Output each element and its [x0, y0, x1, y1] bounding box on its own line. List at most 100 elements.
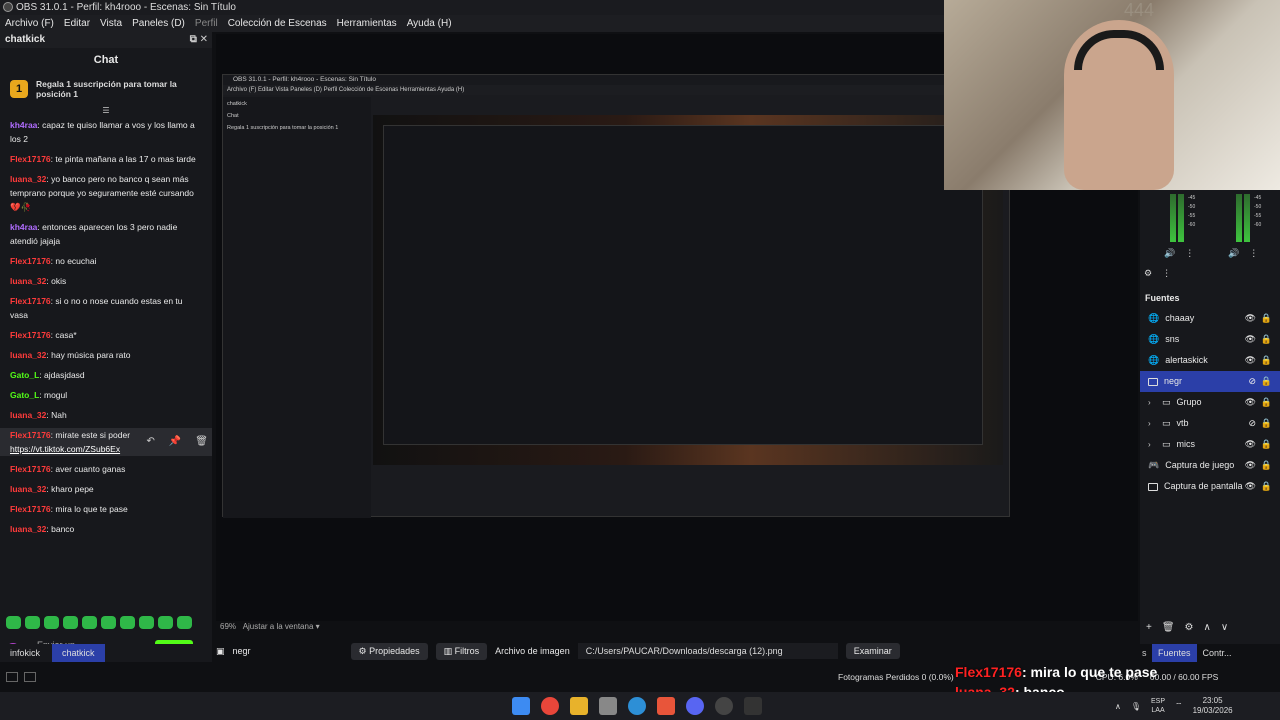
emote-icon[interactable]	[158, 616, 173, 629]
eye-off-icon[interactable]: ⊘	[1248, 371, 1256, 392]
eye-icon[interactable]: 👁	[1245, 476, 1256, 497]
emote-icon[interactable]	[177, 616, 192, 629]
chevron-up-icon[interactable]: ∧	[1115, 702, 1121, 711]
wifi-icon[interactable]: ⌔	[1175, 701, 1183, 711]
minimize-icon[interactable]	[6, 672, 18, 682]
source-group[interactable]: › ▭ mics 👁 🔒	[1140, 434, 1280, 455]
maximize-icon[interactable]	[24, 672, 36, 682]
source-item[interactable]: 🎮 Captura de juego 👁 🔒	[1140, 455, 1280, 476]
app-icon[interactable]	[744, 697, 762, 715]
source-group[interactable]: › ▭ Grupo 👁 🔒	[1140, 392, 1280, 413]
edge-icon[interactable]	[628, 697, 646, 715]
volume-icon[interactable]: 🔊	[1164, 248, 1175, 259]
browse-button[interactable]: Examinar	[845, 643, 900, 659]
obs-icon[interactable]	[715, 697, 733, 715]
chat-username[interactable]: luana_32	[10, 484, 46, 494]
chat-username[interactable]: luana_32	[10, 174, 46, 184]
source-item[interactable]: 🌐 sns 👁 🔒	[1140, 329, 1280, 350]
lock-icon[interactable]: 🔒	[1261, 308, 1272, 329]
eye-off-icon[interactable]: ⊘	[1248, 413, 1256, 434]
lock-icon[interactable]: 🔒	[1261, 350, 1272, 371]
chat-link[interactable]: https://vt.tiktok.com/ZSub6Ex	[10, 444, 120, 454]
menu-coleccion-escenas[interactable]: Colección de Escenas	[223, 18, 332, 29]
emote-icon[interactable]	[6, 616, 21, 629]
chat-username[interactable]: Gato_L	[10, 390, 39, 400]
eye-icon[interactable]: 👁	[1245, 308, 1256, 329]
gear-icon[interactable]: ⚙	[1185, 622, 1194, 633]
emote-icon[interactable]	[139, 616, 154, 629]
lock-icon[interactable]: 🔒	[1261, 413, 1272, 434]
brave-icon[interactable]	[657, 697, 675, 715]
trash-icon[interactable]: 🗑	[1162, 622, 1175, 633]
menu-perfil[interactable]: Perfil	[190, 18, 223, 29]
menu-paneles[interactable]: Paneles (D)	[127, 18, 190, 29]
tab-controls[interactable]: Contr...	[1197, 644, 1238, 662]
lock-icon[interactable]: 🔒	[1261, 329, 1272, 350]
mic-icon[interactable]: 🎙	[1131, 702, 1141, 711]
chat-username[interactable]: Flex17176	[10, 330, 51, 340]
menu-editar[interactable]: Editar	[59, 18, 95, 29]
lock-icon[interactable]: 🔒	[1261, 392, 1272, 413]
windows-start-icon[interactable]	[512, 697, 530, 715]
emote-icon[interactable]	[63, 616, 78, 629]
lock-icon[interactable]: 🔒	[1261, 371, 1272, 392]
lock-icon[interactable]: 🔒	[1261, 434, 1272, 455]
chat-username[interactable]: Flex17176	[10, 154, 51, 164]
chat-username[interactable]: kh4raa	[10, 222, 37, 232]
gift-banner[interactable]: 1 Regala 1 suscripción para tomar la pos…	[0, 72, 212, 106]
chat-username[interactable]: Flex17176	[10, 504, 51, 514]
source-group[interactable]: › ▭ vtb ⊘ 🔒	[1140, 413, 1280, 434]
collapse-handle-icon[interactable]: ☰	[0, 106, 212, 118]
add-icon[interactable]: +	[1146, 622, 1152, 633]
source-item[interactable]: 🌐 chaaay 👁 🔒	[1140, 308, 1280, 329]
menu-archivo[interactable]: Archivo (F)	[0, 18, 59, 29]
gear-icon[interactable]: ⚙	[1144, 268, 1152, 279]
chat-message-hovered[interactable]: Flex17176: mirate este si poder https://…	[0, 428, 212, 456]
more-icon[interactable]: ⋮	[1185, 248, 1194, 259]
zoom-fit[interactable]: Ajustar a la ventana	[243, 622, 314, 631]
store-icon[interactable]	[599, 697, 617, 715]
folder-icon[interactable]	[570, 697, 588, 715]
emote-icon[interactable]	[120, 616, 135, 629]
chat-username[interactable]: luana_32	[10, 350, 46, 360]
chat-username[interactable]: kh4raa	[10, 120, 37, 130]
menu-vista[interactable]: Vista	[95, 18, 127, 29]
tab-fuentes[interactable]: Fuentes	[1152, 644, 1197, 662]
chevron-right-icon[interactable]: ›	[1148, 434, 1156, 455]
emote-icon[interactable]	[82, 616, 97, 629]
delete-icon[interactable]: 🗑	[195, 435, 208, 449]
lock-icon[interactable]: 🔒	[1261, 476, 1272, 497]
float-icon[interactable]: ⧉	[190, 34, 197, 45]
menu-herramientas[interactable]: Herramientas	[332, 18, 402, 29]
lock-icon[interactable]: 🔒	[1261, 455, 1272, 476]
chat-username[interactable]: Flex17176	[10, 296, 51, 306]
properties-button[interactable]: ⚙ Propiedades	[350, 642, 428, 660]
chat-username[interactable]: Flex17176	[10, 430, 51, 440]
eye-icon[interactable]: 👁	[1245, 434, 1256, 455]
emote-icon[interactable]	[101, 616, 116, 629]
close-icon[interactable]: ✕	[200, 34, 208, 45]
chat-username[interactable]: Flex17176	[10, 464, 51, 474]
chat-username[interactable]: luana_32	[10, 276, 46, 286]
eye-icon[interactable]: 👁	[1245, 392, 1256, 413]
chat-username[interactable]: Gato_L	[10, 370, 39, 380]
menu-ayuda[interactable]: Ayuda (H)	[402, 18, 457, 29]
more-icon[interactable]: ⋮	[1249, 248, 1258, 259]
zoom-bar[interactable]: 69% Ajustar a la ventana ▾	[220, 622, 320, 631]
source-item-selected[interactable]: negr ⊘ 🔒	[1140, 371, 1280, 392]
reply-icon[interactable]: ↶	[146, 435, 154, 449]
tab-chatkick[interactable]: chatkick	[52, 644, 105, 662]
chrome-icon[interactable]	[541, 697, 559, 715]
image-path-field[interactable]: C:/Users/PAUCAR/Downloads/descarga (12).…	[577, 643, 838, 659]
pin-icon[interactable]: 📌	[169, 435, 181, 449]
emote-icon[interactable]	[44, 616, 59, 629]
chevron-up-icon[interactable]: ∧	[1204, 622, 1211, 633]
chevron-right-icon[interactable]: ›	[1148, 392, 1156, 413]
tab-infokick[interactable]: infokick	[0, 644, 50, 662]
emote-icon[interactable]	[25, 616, 40, 629]
eye-icon[interactable]: 👁	[1245, 350, 1256, 371]
chevron-right-icon[interactable]: ›	[1148, 413, 1156, 434]
source-item[interactable]: 🌐 alertaskick 👁 🔒	[1140, 350, 1280, 371]
eye-icon[interactable]: 👁	[1245, 455, 1256, 476]
filters-button[interactable]: ▥ Filtros	[435, 642, 488, 660]
